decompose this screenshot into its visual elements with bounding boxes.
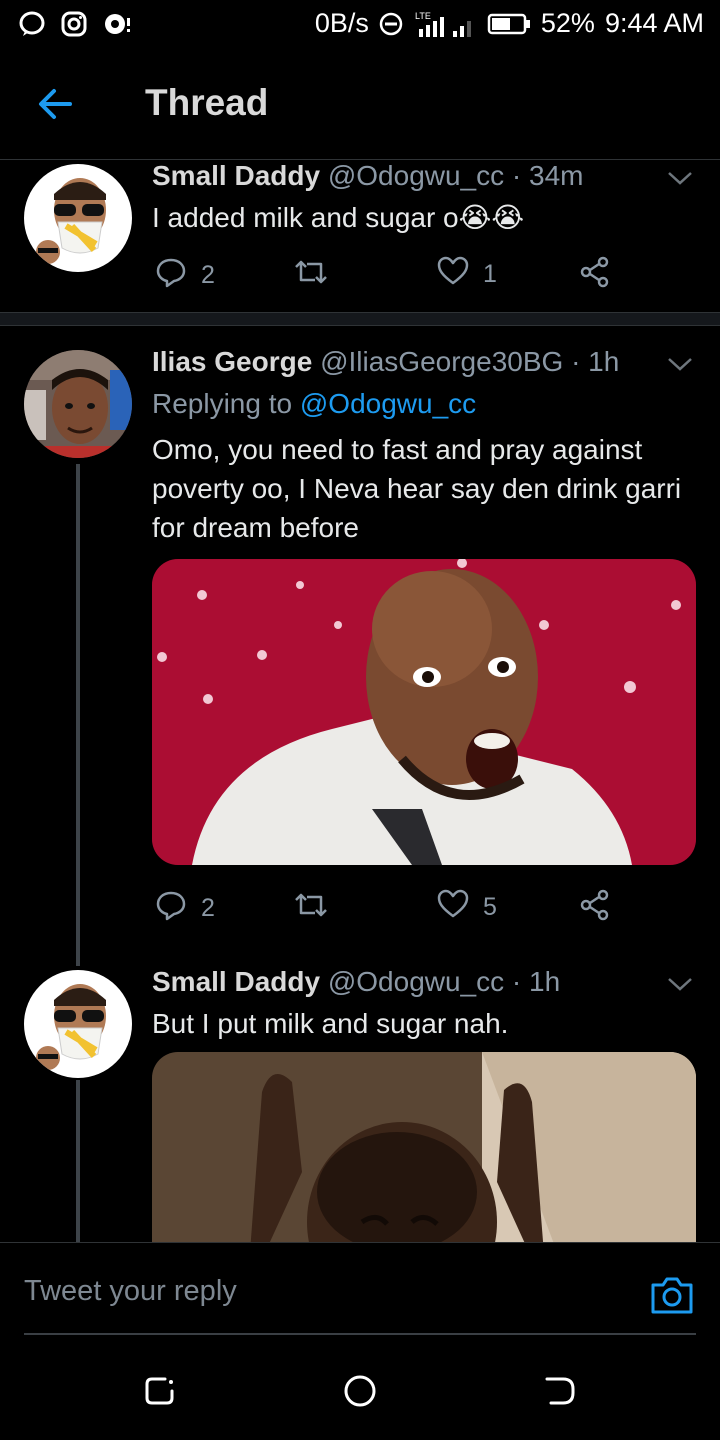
reply-button[interactable]: 2 — [155, 889, 215, 928]
do-not-disturb-icon — [379, 12, 403, 36]
tweet-image[interactable] — [152, 559, 696, 865]
tweet-text: Omo, you need to fast and pray against p… — [152, 434, 682, 543]
reply-composer — [0, 1242, 720, 1335]
like-button[interactable]: 1 — [437, 256, 497, 293]
tweet-time: · 34m — [511, 160, 584, 191]
author-name[interactable]: Small Daddy — [152, 160, 320, 191]
tweet-text: But I put milk and sugar nah. — [152, 1008, 509, 1039]
heart-icon — [437, 256, 469, 293]
battery-percent: 52% — [540, 8, 595, 38]
reply-underline — [24, 1333, 696, 1335]
reply-icon — [155, 889, 187, 928]
like-button[interactable]: 5 — [437, 889, 497, 926]
tweet-time: · 1h — [511, 966, 561, 997]
back-nav-icon[interactable] — [543, 1374, 577, 1408]
lte-signal-icon: LTE — [413, 9, 477, 39]
status-bar: 0B/s LTE 52% 9:44 AM — [0, 0, 720, 50]
android-nav-bar — [0, 1336, 720, 1440]
author-name[interactable]: Small Daddy — [152, 966, 320, 997]
tweet-3[interactable]: Small Daddy @Odogwu_cc · 1h But I put mi… — [0, 966, 720, 1242]
retweet-icon — [293, 256, 329, 295]
chevron-down-icon[interactable] — [666, 974, 694, 994]
tweet-2[interactable]: Ilias George @IliasGeorge30BG · 1h Reply… — [0, 326, 720, 966]
thread-divider — [0, 312, 720, 326]
avatar[interactable] — [24, 970, 132, 1078]
tweet-image[interactable] — [152, 1052, 696, 1242]
avatar[interactable] — [24, 350, 132, 458]
reply-input[interactable] — [24, 1275, 624, 1308]
avatar[interactable] — [24, 164, 132, 272]
messenger-icon — [18, 10, 46, 38]
tweet-actions: 2 5 — [155, 889, 625, 925]
share-button[interactable] — [579, 889, 611, 928]
back-arrow-icon[interactable] — [34, 82, 78, 126]
author-handle: @Odogwu_cc — [327, 160, 505, 191]
reply-count: 2 — [201, 261, 215, 289]
battery-icon — [487, 12, 531, 36]
replying-to: Replying to @Odogwu_cc — [152, 388, 476, 420]
author-name[interactable]: Ilias George — [152, 346, 312, 377]
recent-apps-icon[interactable] — [143, 1374, 177, 1408]
tweet-actions: 2 1 — [155, 256, 625, 292]
instagram-icon — [60, 10, 88, 38]
retweet-icon — [293, 889, 329, 928]
tweet-1[interactable]: Small Daddy @Odogwu_cc · 34m I added mil… — [0, 160, 720, 312]
share-icon — [579, 256, 611, 295]
mention-link[interactable]: @Odogwu_cc — [300, 388, 476, 419]
reply-icon — [155, 256, 187, 295]
chevron-down-icon[interactable] — [666, 354, 694, 374]
notification-icon — [102, 10, 132, 38]
svg-text:LTE: LTE — [415, 11, 431, 21]
network-speed: 0B/s — [314, 8, 369, 38]
like-count: 1 — [483, 260, 497, 288]
thread-header: Thread — [0, 50, 720, 160]
author-handle: @Odogwu_cc — [327, 966, 505, 997]
share-icon — [579, 889, 611, 928]
clock: 9:44 AM — [604, 8, 704, 38]
camera-icon[interactable] — [650, 1275, 694, 1315]
reply-count: 2 — [201, 894, 215, 922]
share-button[interactable] — [579, 256, 611, 295]
heart-icon — [437, 889, 469, 926]
twitter-thread-screen: 0B/s LTE 52% 9:44 AM Thread Small Daddy … — [0, 0, 720, 1440]
home-icon[interactable] — [343, 1374, 377, 1408]
tweet-text: I added milk and sugar o😭😭 — [152, 202, 525, 233]
author-handle: @IliasGeorge30BG — [320, 346, 564, 377]
reply-button[interactable]: 2 — [155, 256, 215, 295]
replying-to-label: Replying to — [152, 388, 300, 419]
thread-connector — [76, 1080, 80, 1242]
tweet-time: · 1h — [571, 346, 620, 377]
retweet-button[interactable] — [293, 889, 329, 928]
retweet-button[interactable] — [293, 256, 329, 295]
chevron-down-icon[interactable] — [666, 168, 694, 188]
thread-connector — [76, 464, 80, 966]
like-count: 5 — [483, 893, 497, 921]
page-title: Thread — [145, 82, 269, 123]
